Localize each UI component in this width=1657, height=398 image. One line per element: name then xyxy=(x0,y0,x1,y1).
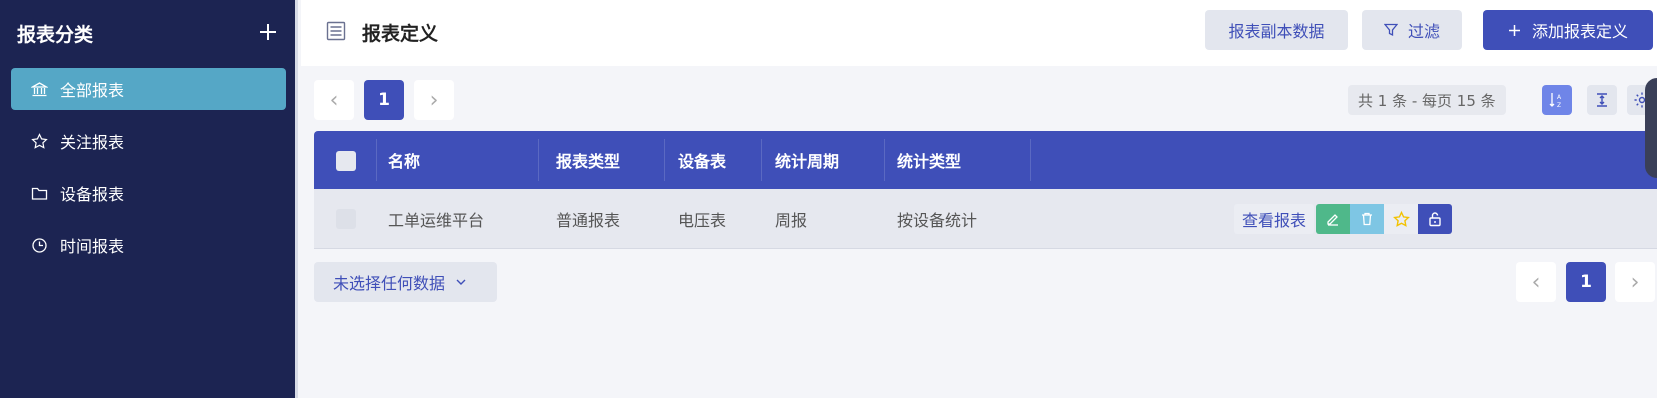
filter-button[interactable]: 过滤 xyxy=(1362,10,1462,50)
sidebar: 报表分类 全部报表 关注报表 设备报表 时间报表 xyxy=(0,0,298,398)
column-divider xyxy=(761,139,762,181)
plus-icon[interactable] xyxy=(258,19,278,47)
record-count-text: 共 1 条 - 每页 15 条 xyxy=(1358,91,1496,110)
plus-icon xyxy=(1508,24,1521,37)
page-number: 1 xyxy=(378,90,390,110)
chevron-down-icon xyxy=(455,276,467,288)
list-icon xyxy=(326,21,346,41)
delete-button[interactable] xyxy=(1350,204,1384,234)
sidebar-header: 报表分类 xyxy=(17,18,278,48)
row-height-button[interactable] xyxy=(1587,85,1617,115)
chevron-right-icon: › xyxy=(429,87,439,113)
chevron-left-icon: ‹ xyxy=(1531,269,1541,295)
column-divider xyxy=(664,139,665,181)
column-divider xyxy=(538,139,539,181)
sort-button[interactable]: AZ xyxy=(1542,85,1572,115)
unlock-button[interactable] xyxy=(1418,204,1452,234)
view-report-label: 查看报表 xyxy=(1242,211,1307,230)
bank-icon xyxy=(30,80,48,98)
select-all-checkbox[interactable] xyxy=(336,151,356,171)
row-checkbox[interactable] xyxy=(336,209,356,229)
chevron-left-icon: ‹ xyxy=(329,87,339,113)
sidebar-item-label: 时间报表 xyxy=(60,237,125,256)
table-row[interactable]: 工单运维平台 普通报表 电压表 周报 按设备统计 查看报表 xyxy=(314,189,1657,249)
edit-button[interactable] xyxy=(1316,204,1350,234)
clock-icon xyxy=(30,236,48,254)
unlock-icon xyxy=(1427,211,1443,227)
column-divider xyxy=(1030,139,1031,181)
add-report-definition-label: 添加报表定义 xyxy=(1531,22,1628,41)
prev-page-button[interactable]: ‹ xyxy=(314,80,354,120)
sidebar-item-label: 关注报表 xyxy=(60,133,125,152)
record-count: 共 1 条 - 每页 15 条 xyxy=(1348,85,1506,115)
next-page-button[interactable]: › xyxy=(1615,262,1655,302)
sort-az-icon: AZ xyxy=(1548,91,1566,109)
column-header-period[interactable]: 统计周期 xyxy=(775,131,839,189)
filter-icon xyxy=(1383,23,1398,37)
prev-page-button[interactable]: ‹ xyxy=(1516,262,1556,302)
follow-button[interactable] xyxy=(1384,204,1418,234)
sidebar-title: 报表分类 xyxy=(17,23,94,46)
filter-label: 过滤 xyxy=(1407,22,1440,41)
report-copy-data-label: 报表副本数据 xyxy=(1228,22,1325,41)
trash-icon xyxy=(1359,211,1375,227)
svg-text:A: A xyxy=(1557,94,1562,101)
chevron-right-icon: › xyxy=(1630,269,1640,295)
next-page-button[interactable]: › xyxy=(414,80,454,120)
sidebar-item-followed-reports[interactable]: 关注报表 xyxy=(11,120,286,162)
column-header-report-type[interactable]: 报表类型 xyxy=(556,131,620,189)
reports-table: 名称 报表类型 设备表 统计周期 统计类型 工单运维平台 普通报表 电压表 周报… xyxy=(314,131,1657,249)
pencil-icon xyxy=(1325,211,1341,227)
selection-label: 未选择任何数据 xyxy=(333,274,446,293)
cell-report-type: 普通报表 xyxy=(556,210,621,230)
scroll-handle[interactable] xyxy=(1645,78,1657,178)
selection-dropdown[interactable]: 未选择任何数据 xyxy=(314,262,497,302)
sidebar-item-time-reports[interactable]: 时间报表 xyxy=(11,224,286,266)
table-header: 名称 报表类型 设备表 统计周期 统计类型 xyxy=(314,131,1657,189)
sidebar-item-device-reports[interactable]: 设备报表 xyxy=(11,172,286,214)
cell-period: 周报 xyxy=(775,210,808,230)
column-header-device-table[interactable]: 设备表 xyxy=(678,131,726,189)
page-1-button[interactable]: 1 xyxy=(364,80,404,120)
page-title: 报表定义 xyxy=(362,23,439,45)
report-copy-data-button[interactable]: 报表副本数据 xyxy=(1205,10,1348,50)
cell-name: 工单运维平台 xyxy=(388,210,485,230)
page-1-button[interactable]: 1 xyxy=(1566,262,1606,302)
sidebar-item-label: 设备报表 xyxy=(60,185,125,204)
sidebar-item-all-reports[interactable]: 全部报表 xyxy=(11,68,286,110)
add-report-definition-button[interactable]: 添加报表定义 xyxy=(1483,10,1653,50)
view-report-button[interactable]: 查看报表 xyxy=(1234,204,1315,234)
column-divider xyxy=(884,139,885,181)
column-divider xyxy=(376,139,377,181)
text-height-icon xyxy=(1594,92,1610,108)
cell-device-table: 电压表 xyxy=(678,210,727,230)
page-number: 1 xyxy=(1580,272,1592,292)
folder-icon xyxy=(30,184,48,202)
star-icon xyxy=(1392,210,1410,228)
cell-stat-type: 按设备统计 xyxy=(897,210,978,230)
column-header-name[interactable]: 名称 xyxy=(388,131,420,189)
page-header: 报表定义 报表副本数据 过滤 添加报表定义 xyxy=(301,0,1657,66)
sidebar-item-label: 全部报表 xyxy=(60,81,125,100)
svg-text:Z: Z xyxy=(1557,102,1561,109)
star-icon xyxy=(30,132,48,150)
column-header-stat-type[interactable]: 统计类型 xyxy=(897,131,961,189)
